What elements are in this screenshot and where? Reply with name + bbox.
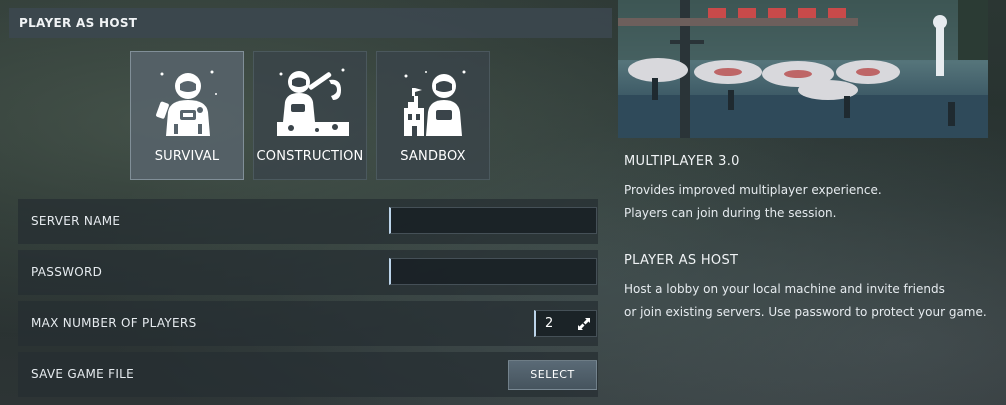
mode-label-survival: SURVIVAL xyxy=(154,149,220,164)
panel-header: PLAYER AS HOST xyxy=(9,8,612,38)
info-title-multiplayer: MULTIPLAYER 3.0 xyxy=(624,154,740,169)
info-text-host-2: or join existing servers. Use password t… xyxy=(624,305,987,319)
server-name-label: SERVER NAME xyxy=(31,214,121,228)
server-name-input[interactable] xyxy=(389,207,597,234)
max-players-label: MAX NUMBER OF PLAYERS xyxy=(31,316,197,330)
astronaut-construction-icon xyxy=(277,68,349,136)
host-settings-panel: PLAYER AS HOST SURVIVAL CONSTRUCTION SAN… xyxy=(9,0,612,405)
select-save-file-button[interactable]: SELECT xyxy=(508,360,597,390)
mode-label-sandbox: SANDBOX xyxy=(400,149,466,164)
mode-card-construction[interactable]: CONSTRUCTION xyxy=(253,51,367,180)
mode-label-construction: CONSTRUCTION xyxy=(256,149,364,164)
astronaut-sandbox-icon xyxy=(404,70,466,136)
multiplayer-preview-image xyxy=(618,0,988,138)
save-game-label: SAVE GAME FILE xyxy=(31,367,135,381)
max-players-value: 2 xyxy=(545,316,554,331)
password-input[interactable] xyxy=(389,258,597,285)
info-text-multiplayer-1: Provides improved multiplayer experience… xyxy=(624,183,882,197)
password-label: PASSWORD xyxy=(31,265,103,279)
expand-arrows-icon[interactable] xyxy=(577,317,591,331)
info-panel: MULTIPLAYER 3.0 Provides improved multip… xyxy=(618,0,1006,405)
save-game-row: SAVE GAME FILE SELECT xyxy=(18,352,598,397)
info-text-multiplayer-2: Players can join during the session. xyxy=(624,206,837,220)
info-title-host: PLAYER AS HOST xyxy=(624,253,739,268)
max-players-row: MAX NUMBER OF PLAYERS 2 xyxy=(18,301,598,346)
mode-card-survival[interactable]: SURVIVAL xyxy=(130,51,244,180)
password-row: PASSWORD xyxy=(18,250,598,295)
info-text-host-1: Host a lobby on your local machine and i… xyxy=(624,282,945,296)
max-players-stepper[interactable]: 2 xyxy=(534,310,597,337)
server-name-row: SERVER NAME xyxy=(18,199,598,244)
mode-card-sandbox[interactable]: SANDBOX xyxy=(376,51,490,180)
astronaut-survival-icon xyxy=(156,70,217,136)
